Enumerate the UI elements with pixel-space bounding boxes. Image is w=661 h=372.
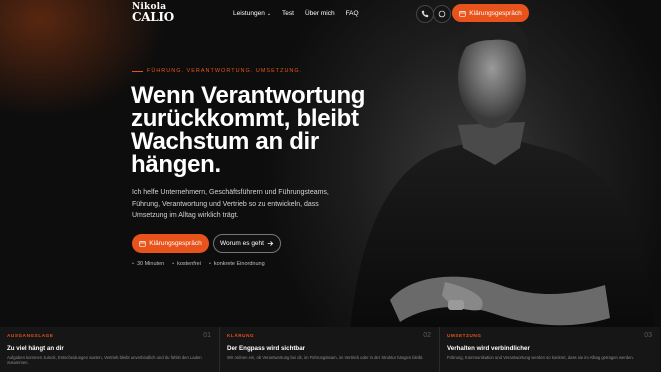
nav-item-ueber-mich[interactable]: Über mich: [305, 10, 335, 17]
arrow-right-icon: [267, 241, 274, 246]
step-title: Verhalten wird verbindlicher: [447, 345, 530, 352]
header-cta-label: Klärungsgespräch: [469, 9, 522, 17]
step-tag: KLÄRUNG: [227, 333, 255, 338]
step-description: Aufgaben kommen zurück, Entscheidungen w…: [7, 355, 202, 366]
step-card: UMSETZUNG 03 Verhalten wird verbindliche…: [440, 327, 660, 372]
step-number: 02: [423, 332, 431, 339]
step-card: KLÄRUNG 02 Der Engpass wird sichtbar Wir…: [220, 327, 440, 372]
nav-item-leistungen[interactable]: Leistungen ⌄: [233, 10, 271, 17]
step-description: Wir ordnen ein, ob Verantwortung bei dir…: [227, 355, 424, 360]
whatsapp-icon: [438, 10, 446, 18]
secondary-cta-button[interactable]: Worum es geht: [213, 234, 281, 253]
step-tag: UMSETZUNG: [447, 333, 482, 338]
eyebrow-text: FÜHRUNG. VERANTWORTUNG. UMSETZUNG.: [147, 68, 303, 74]
site-header: Nikola CALIO Leistungen ⌄ Test Über mich …: [0, 0, 661, 28]
benefit-item: 30 Minuten: [132, 261, 164, 267]
step-description: Führung, Kommunikation und Verantwortung…: [447, 355, 634, 360]
hero-eyebrow: FÜHRUNG. VERANTWORTUNG. UMSETZUNG.: [132, 68, 302, 74]
hero-headline: Wenn Verantwortung zurückkommt, bleibt W…: [131, 82, 366, 178]
primary-cta-button[interactable]: Klärungsgespräch: [132, 234, 209, 253]
step-title: Zu viel hängt an dir: [7, 345, 64, 352]
eyebrow-divider: [132, 70, 143, 72]
step-number: 01: [203, 332, 211, 339]
nav-item-test[interactable]: Test: [282, 10, 294, 17]
primary-cta-label: Klärungsgespräch: [149, 240, 202, 247]
step-title: Der Engpass wird sichtbar: [227, 345, 306, 352]
nav-item-label: Leistungen: [233, 10, 265, 17]
phone-button[interactable]: [416, 5, 434, 23]
hero-benefits: 30 Minuten kostenfrei konkrete Einordnun…: [132, 261, 265, 267]
header-cta-button[interactable]: Klärungsgespräch: [452, 4, 529, 22]
step-number: 03: [644, 332, 652, 339]
hero-subtext: Ich helfe Unternehmern, Geschäftsführern…: [132, 189, 329, 219]
brand-logo[interactable]: Nikola CALIO: [132, 3, 174, 24]
calendar-icon: [139, 241, 146, 247]
steps-section: AUSGANGSLAGE 01 Zu viel hängt an dir Auf…: [0, 327, 661, 372]
main-nav: Leistungen ⌄ Test Über mich FAQ: [233, 10, 359, 17]
step-card: AUSGANGSLAGE 01 Zu viel hängt an dir Auf…: [0, 327, 220, 372]
step-tag: AUSGANGSLAGE: [7, 333, 54, 338]
benefit-item: konkrete Einordnung: [209, 261, 265, 267]
whatsapp-button[interactable]: [433, 5, 451, 23]
phone-icon: [421, 10, 429, 18]
secondary-cta-label: Worum es geht: [220, 240, 264, 247]
chevron-down-icon: ⌄: [266, 11, 272, 17]
calendar-icon: [459, 10, 466, 17]
benefit-item: kostenfrei: [172, 261, 201, 267]
nav-item-faq[interactable]: FAQ: [346, 10, 359, 17]
logo-last-name: CALIO: [132, 10, 174, 24]
